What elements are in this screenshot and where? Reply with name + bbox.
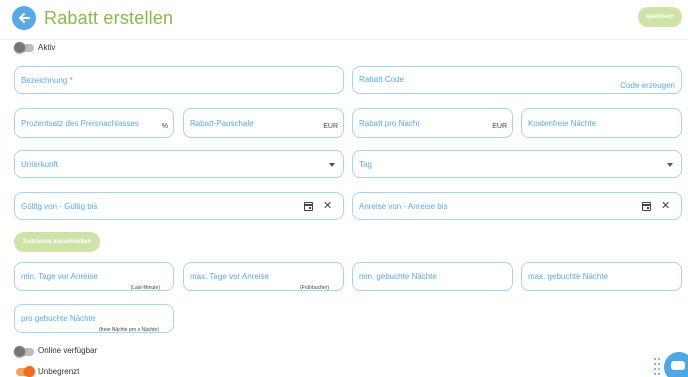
free-nights-field[interactable]: Kostenfreie Nächte: [521, 108, 682, 138]
calendar-icon[interactable]: [304, 202, 313, 211]
percent-field[interactable]: Prozentsatz des Preisnachlasses %: [14, 108, 174, 138]
discount-code-placeholder: Rabatt Code: [359, 75, 404, 84]
flat-rate-field[interactable]: Rabatt-Pauschale EUR: [183, 108, 344, 138]
flat-rate-placeholder: Rabatt-Pauschale: [190, 119, 254, 128]
max-days-placeholder: max. Tage vor Anreise: [190, 272, 270, 281]
calendar-icon[interactable]: [642, 202, 651, 211]
valid-range-field[interactable]: Gültig von - Gültig bis ✕: [14, 192, 344, 220]
per-night-placeholder: Rabatt pro Nacht: [359, 119, 420, 128]
chat-icon: [671, 361, 685, 370]
back-button[interactable]: [12, 6, 36, 30]
toggle-knob: [24, 366, 35, 377]
percent-placeholder: Prozentsatz des Preisnachlasses: [21, 119, 139, 128]
day-select[interactable]: Tag: [352, 150, 682, 178]
accommodation-placeholder: Unterkunft: [21, 160, 58, 169]
discount-code-field[interactable]: Rabatt Code Code erzeugen: [352, 66, 682, 94]
flat-rate-suffix: EUR: [323, 123, 338, 130]
arrival-range-field[interactable]: Anreise von - Anreise bis ✕: [352, 192, 682, 220]
day-placeholder: Tag: [359, 160, 372, 169]
per-booked-nights-field[interactable]: pro gebuchte Nächte (freie Nächte pro x …: [14, 304, 174, 333]
max-days-hint: (Frühbucher): [300, 285, 329, 291]
min-days-placeholder: min. Tage vor Anreise: [21, 272, 98, 281]
per-booked-nights-hint: (freie Nächte pro x Nächte): [98, 327, 159, 333]
toggle-knob: [14, 42, 25, 53]
online-toggle[interactable]: [14, 346, 34, 357]
free-nights-placeholder: Kostenfreie Nächte: [528, 119, 597, 128]
caret-down-icon: [667, 163, 673, 167]
active-label: Aktiv: [38, 43, 56, 52]
generate-code-link[interactable]: Code erzeugen: [620, 81, 675, 90]
percent-suffix: %: [161, 123, 168, 130]
page-title: Rabatt erstellen: [44, 8, 174, 28]
unlimited-toggle[interactable]: [16, 366, 35, 377]
name-field[interactable]: Bezeichnung *: [14, 66, 344, 94]
name-placeholder: Bezeichnung *: [21, 76, 73, 85]
close-icon[interactable]: ✕: [661, 201, 670, 212]
max-nights-field[interactable]: max. gebuchte Nächte: [521, 262, 682, 291]
arrow-left-icon: [19, 13, 30, 23]
max-days-field[interactable]: max. Tage vor Anreise (Frühbucher): [183, 262, 344, 291]
close-icon[interactable]: ✕: [323, 201, 332, 212]
valid-range-placeholder: Gültig von - Gültig bis: [21, 202, 98, 211]
toggle-knob: [14, 346, 25, 357]
chat-button[interactable]: [664, 352, 688, 377]
active-toggle[interactable]: [14, 42, 34, 53]
min-days-field[interactable]: min. Tage vor Anreise (Last-Minute): [14, 262, 174, 291]
per-night-suffix: EUR: [492, 123, 507, 130]
min-nights-placeholder: min. gebuchte Nächte: [359, 272, 437, 281]
drag-handle-icon[interactable]: [654, 358, 660, 376]
min-days-hint: (Last-Minute): [130, 285, 160, 291]
min-nights-field[interactable]: min. gebuchte Nächte: [352, 262, 513, 291]
online-label: Online verfügbar: [38, 346, 98, 355]
per-booked-nights-placeholder: pro gebuchte Nächte: [21, 314, 96, 323]
per-night-field[interactable]: Rabatt pro Nacht EUR: [352, 108, 513, 138]
exclude-periods-button[interactable]: Zeiträume ausschließen: [14, 232, 100, 252]
accommodation-select[interactable]: Unterkunft: [14, 150, 344, 178]
unlimited-label: Unbegrenzt: [38, 367, 80, 376]
max-nights-placeholder: max. gebuchte Nächte: [528, 272, 609, 281]
header: Rabatt erstellen speichern: [0, 0, 688, 40]
arrival-range-placeholder: Anreise von - Anreise bis: [359, 202, 448, 211]
caret-down-icon: [329, 163, 335, 167]
save-button[interactable]: speichern: [638, 7, 682, 27]
